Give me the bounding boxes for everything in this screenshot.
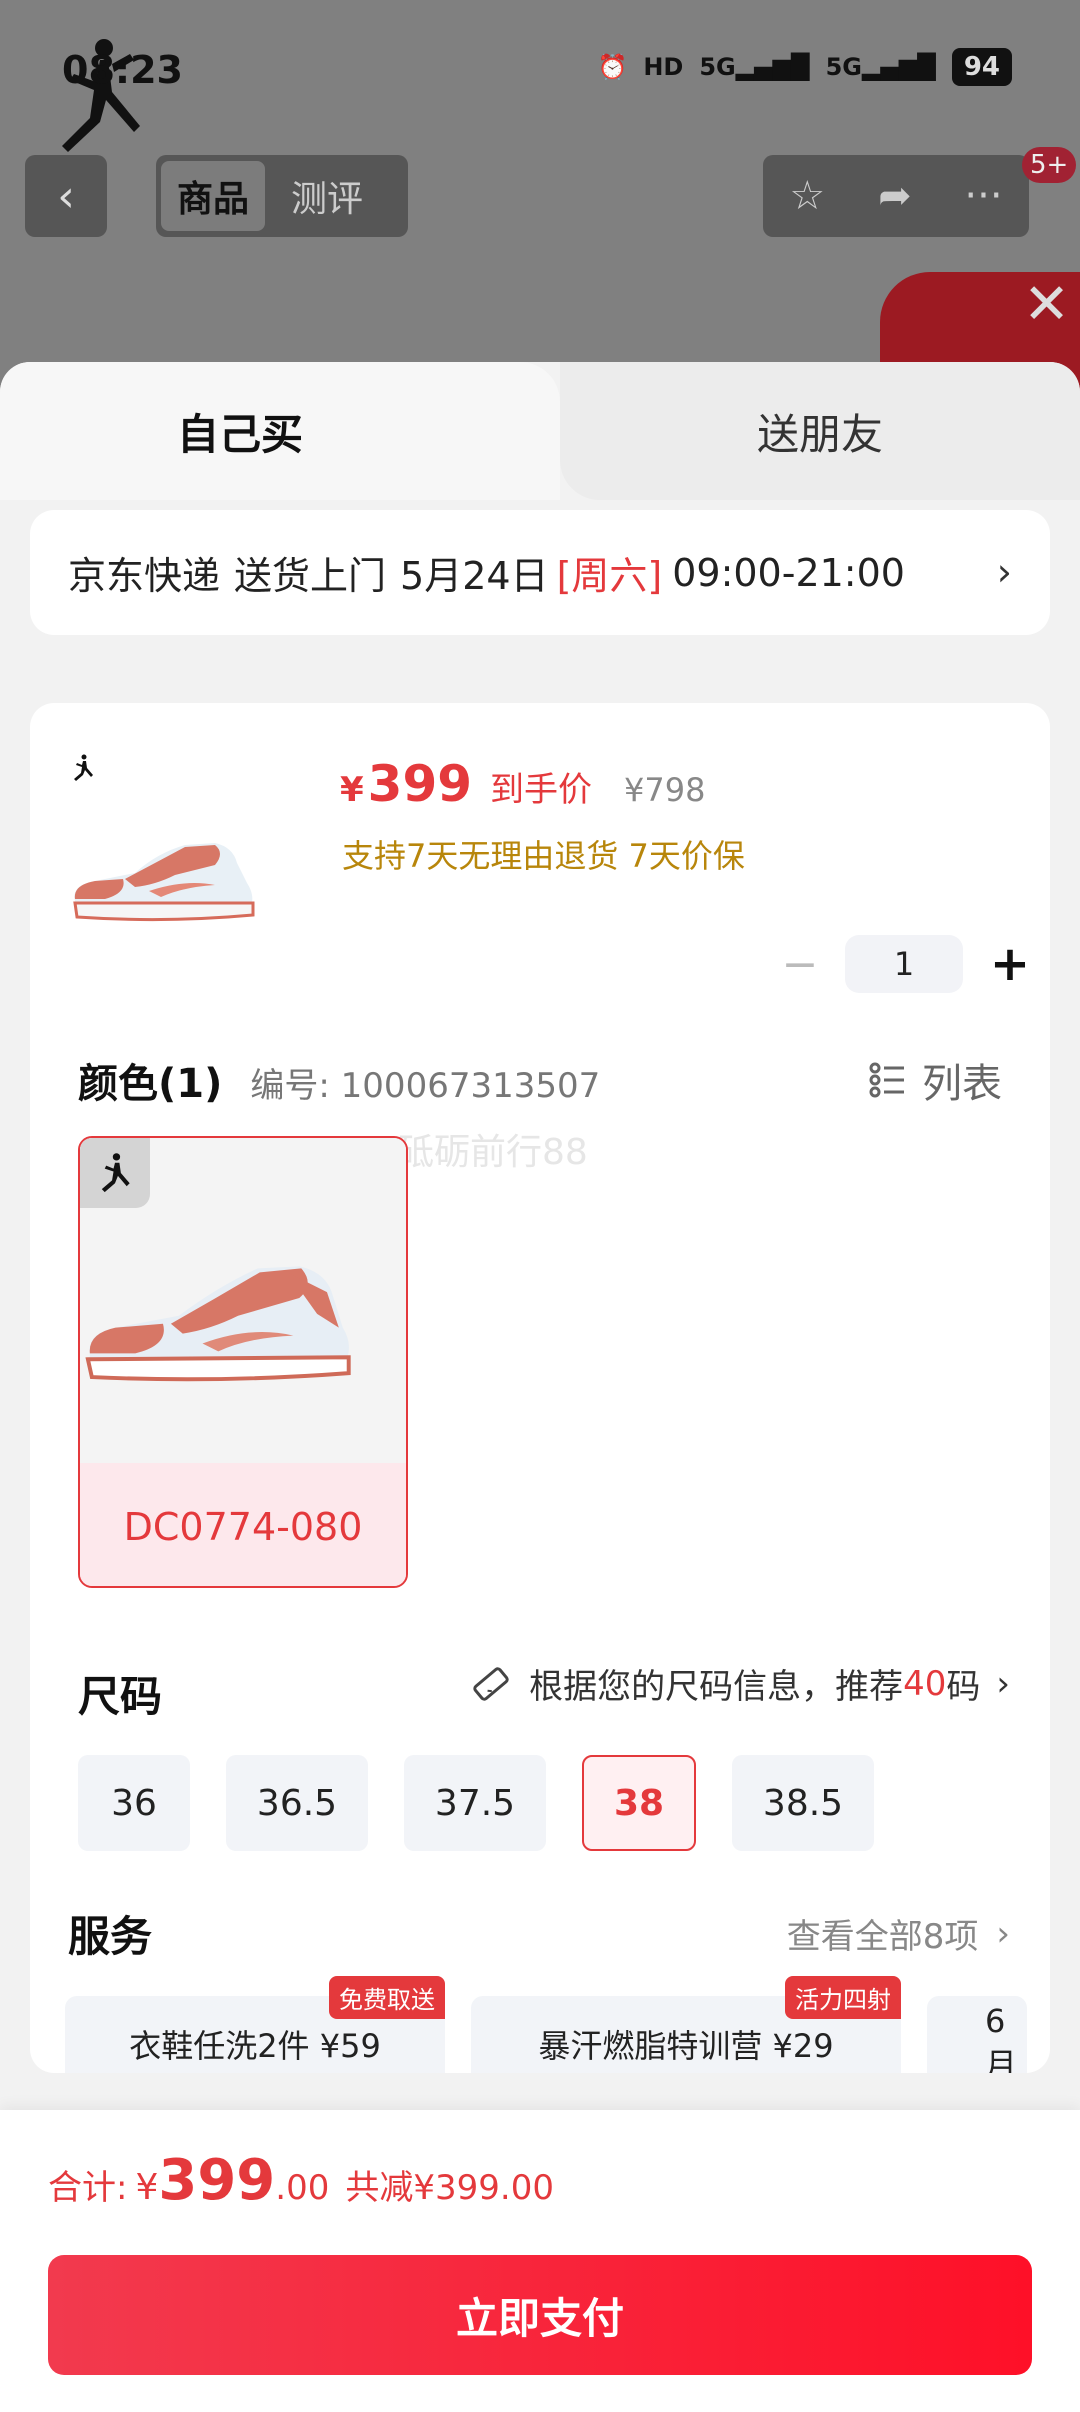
price-currency: ¥ <box>340 770 364 810</box>
list-label: 列表 <box>922 1061 1002 1107</box>
top-tools: ☆ ➦ ··· <box>763 155 1029 237</box>
minus-button[interactable]: − <box>775 939 825 990</box>
chevron-right-icon: › <box>996 550 1012 594</box>
size-options: 36 36.5 37.5 38 38.5 <box>78 1755 874 1851</box>
purchase-tabs: 送朋友 自己买 <box>0 362 1080 500</box>
view-all-label: 查看全部8项 <box>786 1917 979 1957</box>
color-option-label: DC0774-080 <box>80 1463 406 1586</box>
price-row: ¥ 399 到手价 ¥798 <box>340 755 705 813</box>
delivery-time: 09:00-21:00 <box>672 550 905 595</box>
ruler-icon <box>473 1666 509 1701</box>
chevron-right-icon: › <box>996 1663 1010 1704</box>
size-option-selected[interactable]: 38 <box>582 1755 696 1851</box>
price-tag: 到手价 <box>490 770 593 810</box>
delivery-row[interactable]: 京东快递 送货上门 5月24日 [周六] 09:00-21:00 › <box>30 510 1050 635</box>
color-header: 颜色(1) 编号: 100067313507 <box>78 1051 600 1109</box>
services-title: 服务 <box>68 1912 153 1961</box>
share-icon[interactable]: ➦ <box>878 173 912 219</box>
more-icon[interactable]: ··· <box>964 173 1002 219</box>
purchase-sheet: 送朋友 自己买 京东快递 送货上门 5月24日 [周六] 09:00-21:00… <box>0 362 1080 2412</box>
view-all-services[interactable]: 查看全部8项 › <box>787 1909 1010 1958</box>
service-item[interactable]: 暴汗燃脂特训营 ¥29 活力四射 <box>471 1976 901 2073</box>
size-recommendation[interactable]: 根据您的尺码信息，推荐 40 码 › <box>469 1659 1010 1708</box>
status-bar: 08:23 ⏰ HD 5G ▂▄▆█ 5G ▂▄▆█ 94 <box>0 0 1080 152</box>
guarantee-text: 支持7天无理由退货 7天价保 <box>342 837 745 875</box>
close-icon[interactable]: ✕ <box>1023 272 1070 337</box>
tab-self[interactable]: 自己买 <box>0 362 560 500</box>
original-price: ¥798 <box>624 771 706 809</box>
product-code: 编号: 100067313507 <box>250 1066 601 1106</box>
service-tag: 免费取送 <box>329 1976 445 2019</box>
delivery-carrier: 京东快递 <box>68 554 221 598</box>
status-icons: ⏰ HD 5G ▂▄▆█ 5G ▂▄▆█ 94 <box>597 48 1012 86</box>
size-rec-value: 40 <box>903 1663 947 1704</box>
signal-5g-icon: 5G ▂▄▆█ <box>699 53 810 81</box>
message-badge: 5+ <box>1022 147 1077 183</box>
discount-total: 共减¥399.00 <box>345 2168 554 2208</box>
product-card: ¥ 399 到手价 ¥798 支持7天无理由退货 7天价保 − 1 + 颜色(1… <box>30 703 1050 2073</box>
service-label: 暴汗燃脂特训营 ¥29 <box>538 2027 834 2065</box>
plus-button[interactable]: + <box>985 936 1035 992</box>
delivery-method: 送货上门 <box>234 554 387 598</box>
product-thumbnail <box>73 843 255 922</box>
top-nav: ‹ 商品 测评 ☆ ➦ ··· 5+ <box>0 147 1080 239</box>
list-icon <box>869 1062 904 1098</box>
star-icon[interactable]: ☆ <box>789 173 825 219</box>
hd-icon: HD <box>643 53 684 81</box>
checkout-footer: 合计: ¥ 399 .00 共减¥399.00 立即支付 <box>0 2110 1080 2412</box>
service-label: 衣鞋任洗2件 ¥59 <box>129 2027 381 2065</box>
service-label: 6月 <box>985 2002 1018 2073</box>
delivery-weekday: [周六] <box>556 554 663 598</box>
back-button[interactable]: ‹ <box>25 155 107 237</box>
total-currency: ¥ <box>135 2167 159 2208</box>
pay-now-button[interactable]: 立即支付 <box>48 2255 1032 2375</box>
segment-review[interactable]: 测评 <box>275 161 379 231</box>
size-option[interactable]: 37.5 <box>404 1755 546 1851</box>
list-view-toggle[interactable]: 列表 <box>868 1051 1002 1109</box>
services-list: 衣鞋任洗2件 ¥59 免费取送 暴汗燃脂特训营 ¥29 活力四射 6月 <box>65 1976 1027 2073</box>
quantity-stepper: − 1 + <box>775 935 1035 993</box>
service-tag: 活力四射 <box>785 1976 901 2019</box>
signal-5g-icon-2: 5G ▂▄▆█ <box>825 53 936 81</box>
jumpman-logo-small <box>74 754 93 781</box>
size-rec-prefix: 根据您的尺码信息，推荐 <box>529 1667 904 1707</box>
segment-product[interactable]: 商品 <box>161 161 266 231</box>
alarm-icon: ⏰ <box>597 53 628 81</box>
color-option[interactable]: DC0774-080 <box>78 1136 408 1588</box>
size-option[interactable]: 36 <box>78 1755 190 1851</box>
size-rec-suffix: 码 <box>946 1667 981 1707</box>
total-decimals: .00 <box>275 2168 330 2208</box>
zoom-icon[interactable] <box>80 1138 150 1208</box>
tab-gift[interactable]: 送朋友 <box>560 362 1080 500</box>
total-label: 合计: <box>48 2168 128 2208</box>
status-time: 08:23 <box>62 48 183 92</box>
battery-icon: 94 <box>951 48 1012 86</box>
size-option[interactable]: 36.5 <box>226 1755 368 1851</box>
top-segment: 商品 测评 <box>156 155 408 237</box>
delivery-date: 5月24日 <box>400 554 549 598</box>
service-item[interactable]: 衣鞋任洗2件 ¥59 免费取送 <box>65 1976 445 2073</box>
total-row: 合计: ¥ 399 .00 共减¥399.00 <box>48 2148 554 2213</box>
watermark-text: 砥砺前行88 <box>398 1132 588 1173</box>
chevron-right-icon: › <box>996 1913 1010 1954</box>
color-title: 颜色(1) <box>78 1061 223 1107</box>
price-value: 399 <box>367 755 473 813</box>
size-option[interactable]: 38.5 <box>732 1755 874 1851</box>
service-item[interactable]: 6月 <box>927 1996 1027 2073</box>
quantity-value[interactable]: 1 <box>845 935 963 993</box>
size-title: 尺码 <box>78 1672 163 1721</box>
total-amount: 399 <box>158 2148 276 2213</box>
